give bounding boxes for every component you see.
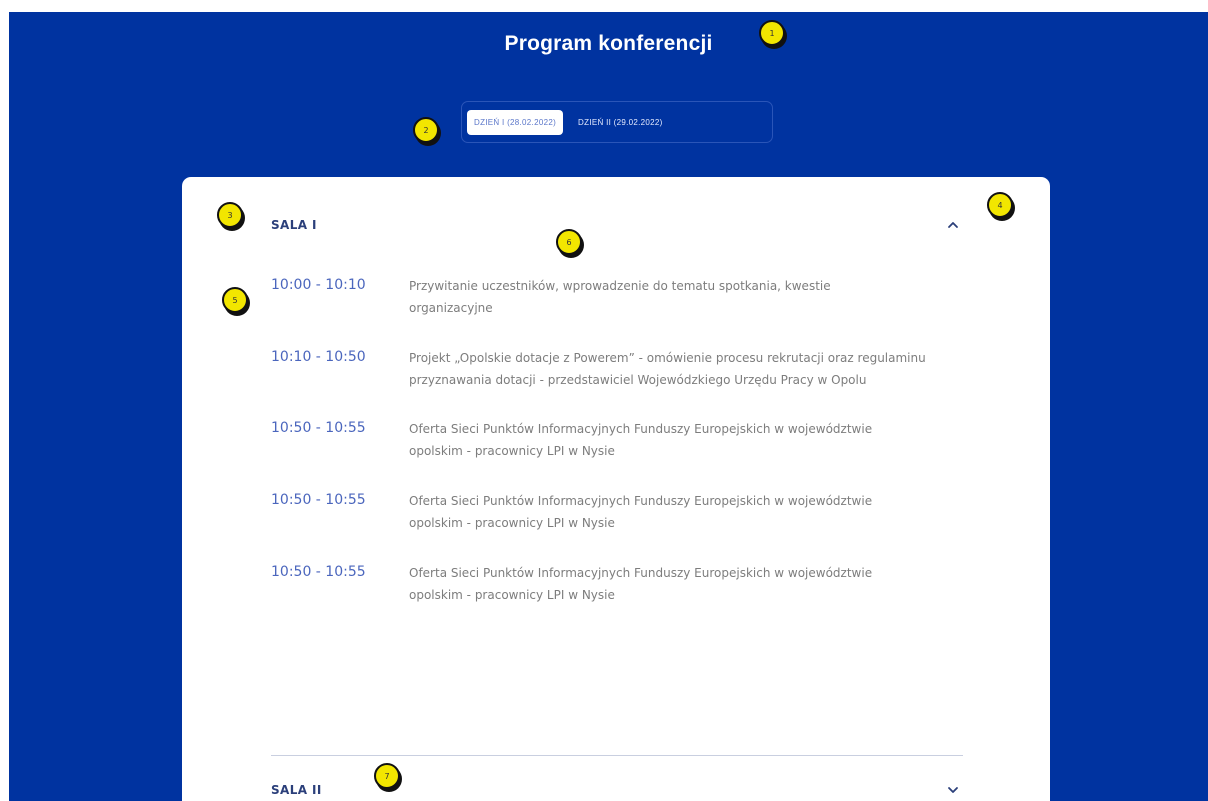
schedule-row: 10:10 - 10:50 Projekt „Opolskie dotacje …	[271, 349, 971, 391]
annotation-marker: 6	[556, 229, 582, 255]
annotation-marker: 7	[374, 763, 400, 789]
sala-2-title: SALA II	[271, 783, 322, 797]
sala-1-title: SALA I	[271, 218, 317, 232]
annotation-marker: 5	[222, 287, 248, 313]
session-description: Oferta Sieci Punktów Informacyjnych Fund…	[409, 494, 873, 530]
tab-day-1[interactable]: DZIEŃ I (28.02.2022)	[467, 109, 564, 135]
time-slot: 10:10 - 10:50	[271, 349, 366, 365]
session-description: Oferta Sieci Punktów Informacyjnych Fund…	[409, 422, 873, 458]
schedule-card: SALA I 10:00 - 10:10 Przywitanie uczestn…	[182, 177, 1050, 801]
time-slot: 10:50 - 10:55	[271, 420, 366, 436]
annotation-marker: 3	[217, 202, 243, 228]
session-description: Przywitanie uczestników, wprowadzenie do…	[409, 279, 831, 315]
time-slot: 10:00 - 10:10	[271, 277, 366, 293]
sala-1-header[interactable]: SALA I	[271, 207, 961, 243]
chevron-down-icon[interactable]	[945, 782, 961, 798]
page-background: Program konferencji DZIEŃ I (28.02.2022)…	[9, 12, 1208, 801]
sala-1-schedule: 10:00 - 10:10 Przywitanie uczestników, w…	[271, 277, 971, 606]
tab-day-2[interactable]: DZIEŃ II (29.02.2022)	[571, 110, 670, 135]
annotation-marker: 1	[759, 20, 785, 46]
schedule-row: 10:50 - 10:55 Oferta Sieci Punktów Infor…	[271, 420, 971, 462]
schedule-row: 10:00 - 10:10 Przywitanie uczestników, w…	[271, 277, 971, 319]
session-description: Projekt „Opolskie dotacje z Powerem” - o…	[409, 351, 926, 387]
chevron-up-icon[interactable]	[945, 217, 961, 233]
schedule-row: 10:50 - 10:55 Oferta Sieci Punktów Infor…	[271, 564, 971, 606]
schedule-row: 10:50 - 10:55 Oferta Sieci Punktów Infor…	[271, 492, 971, 534]
section-divider	[271, 755, 963, 756]
annotation-marker: 2	[413, 117, 439, 143]
page-title: Program konferencji	[504, 32, 713, 55]
time-slot: 10:50 - 10:55	[271, 564, 366, 580]
day-tabs: DZIEŃ I (28.02.2022) DZIEŃ II (29.02.202…	[461, 101, 773, 143]
annotation-marker: 4	[987, 192, 1013, 218]
session-description: Oferta Sieci Punktów Informacyjnych Fund…	[409, 566, 873, 602]
time-slot: 10:50 - 10:55	[271, 492, 366, 508]
